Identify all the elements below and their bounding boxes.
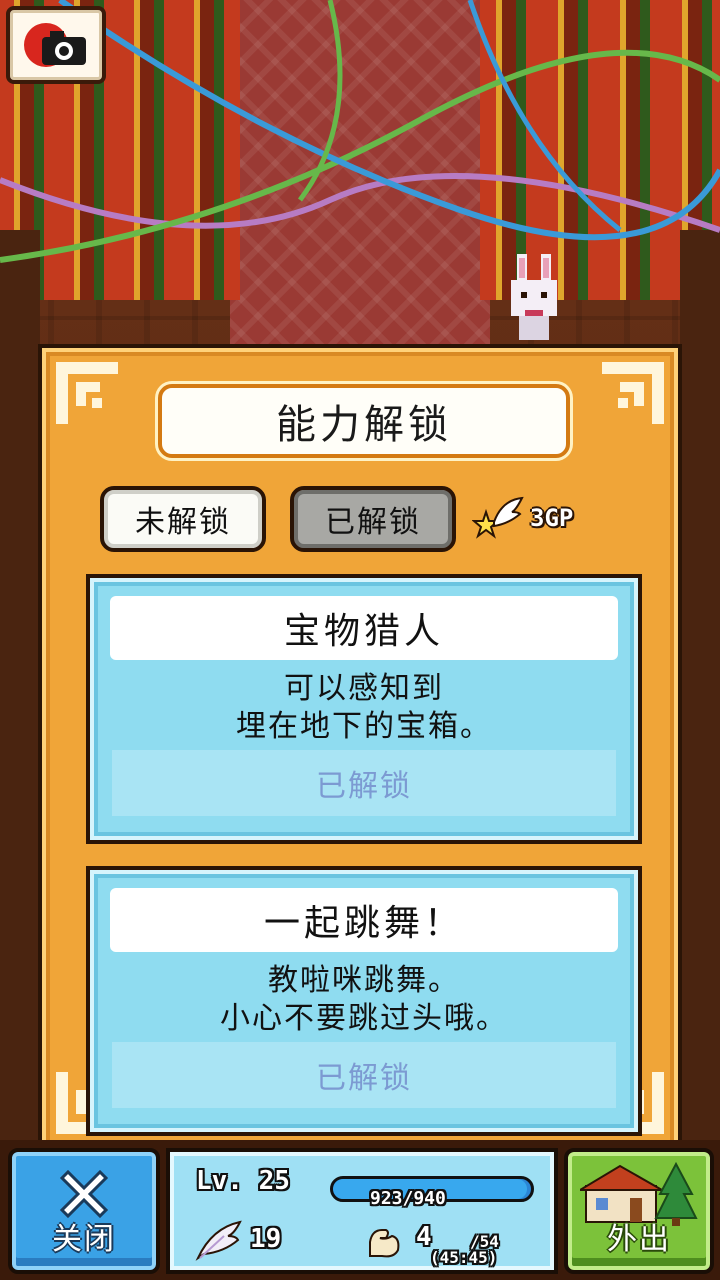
gp-amount: 3GP <box>530 504 574 532</box>
ability-name: 一起跳舞！ <box>110 888 618 952</box>
ability-description: 可以感知到 埋在地下的宝箱。 <box>110 670 618 746</box>
garland-decoration <box>0 0 720 263</box>
ability-card: 一起跳舞！ 教啦咪跳舞。 小心不要跳过头哦。 已解锁 <box>86 866 642 1136</box>
panel-title: 能力解锁 <box>158 384 570 458</box>
ability-name: 宝物猎人 <box>110 596 618 660</box>
ability-description-line: 小心不要跳过头哦。 <box>220 1001 508 1036</box>
go-out-button[interactable]: 外出 <box>564 1148 714 1274</box>
tab-locked[interactable]: 未解锁 <box>100 486 266 552</box>
ability-unlock-panel: 能力解锁 未解锁 已解锁 3GP 宝物猎人 可以感知到 埋在地下的宝箱。 已解锁… <box>38 344 682 1152</box>
ability-card: 宝物猎人 可以感知到 埋在地下的宝箱。 已解锁 <box>86 574 642 844</box>
winged-star-icon <box>472 496 524 539</box>
close-label: 关闭 <box>52 1222 116 1257</box>
rabbit-character <box>511 254 557 340</box>
player-stats-panel: Lv. 25 923/940 19 4 /54 (45:45) <box>166 1148 558 1274</box>
pillar-right <box>680 230 720 1280</box>
camera-icon <box>24 23 86 67</box>
camera-button[interactable] <box>6 6 106 84</box>
go-out-label: 外出 <box>607 1222 671 1257</box>
ability-description-line: 埋在地下的宝箱。 <box>236 709 492 744</box>
ornament-corner <box>56 362 118 424</box>
ability-status: 已解锁 <box>112 750 616 816</box>
ability-status: 已解锁 <box>112 1042 616 1108</box>
stamina-timer: (45:45) <box>430 1248 498 1267</box>
level-text: Lv. 25 <box>196 1166 290 1196</box>
close-button[interactable]: 关闭 <box>8 1148 160 1274</box>
feather-icon <box>195 1220 242 1261</box>
feather-count: 19 <box>250 1224 282 1254</box>
exp-text: 923/940 <box>370 1188 446 1209</box>
muscle-arm-icon <box>369 1229 400 1258</box>
ability-description-line: 可以感知到 <box>284 671 444 706</box>
tab-unlocked[interactable]: 已解锁 <box>290 486 456 552</box>
ornament-corner <box>602 362 664 424</box>
ability-description: 教啦咪跳舞。 小心不要跳过头哦。 <box>110 962 618 1038</box>
gp-counter: 3GP <box>472 494 573 542</box>
pillar-left <box>0 230 40 1280</box>
ability-description-line: 教啦咪跳舞。 <box>268 963 460 998</box>
